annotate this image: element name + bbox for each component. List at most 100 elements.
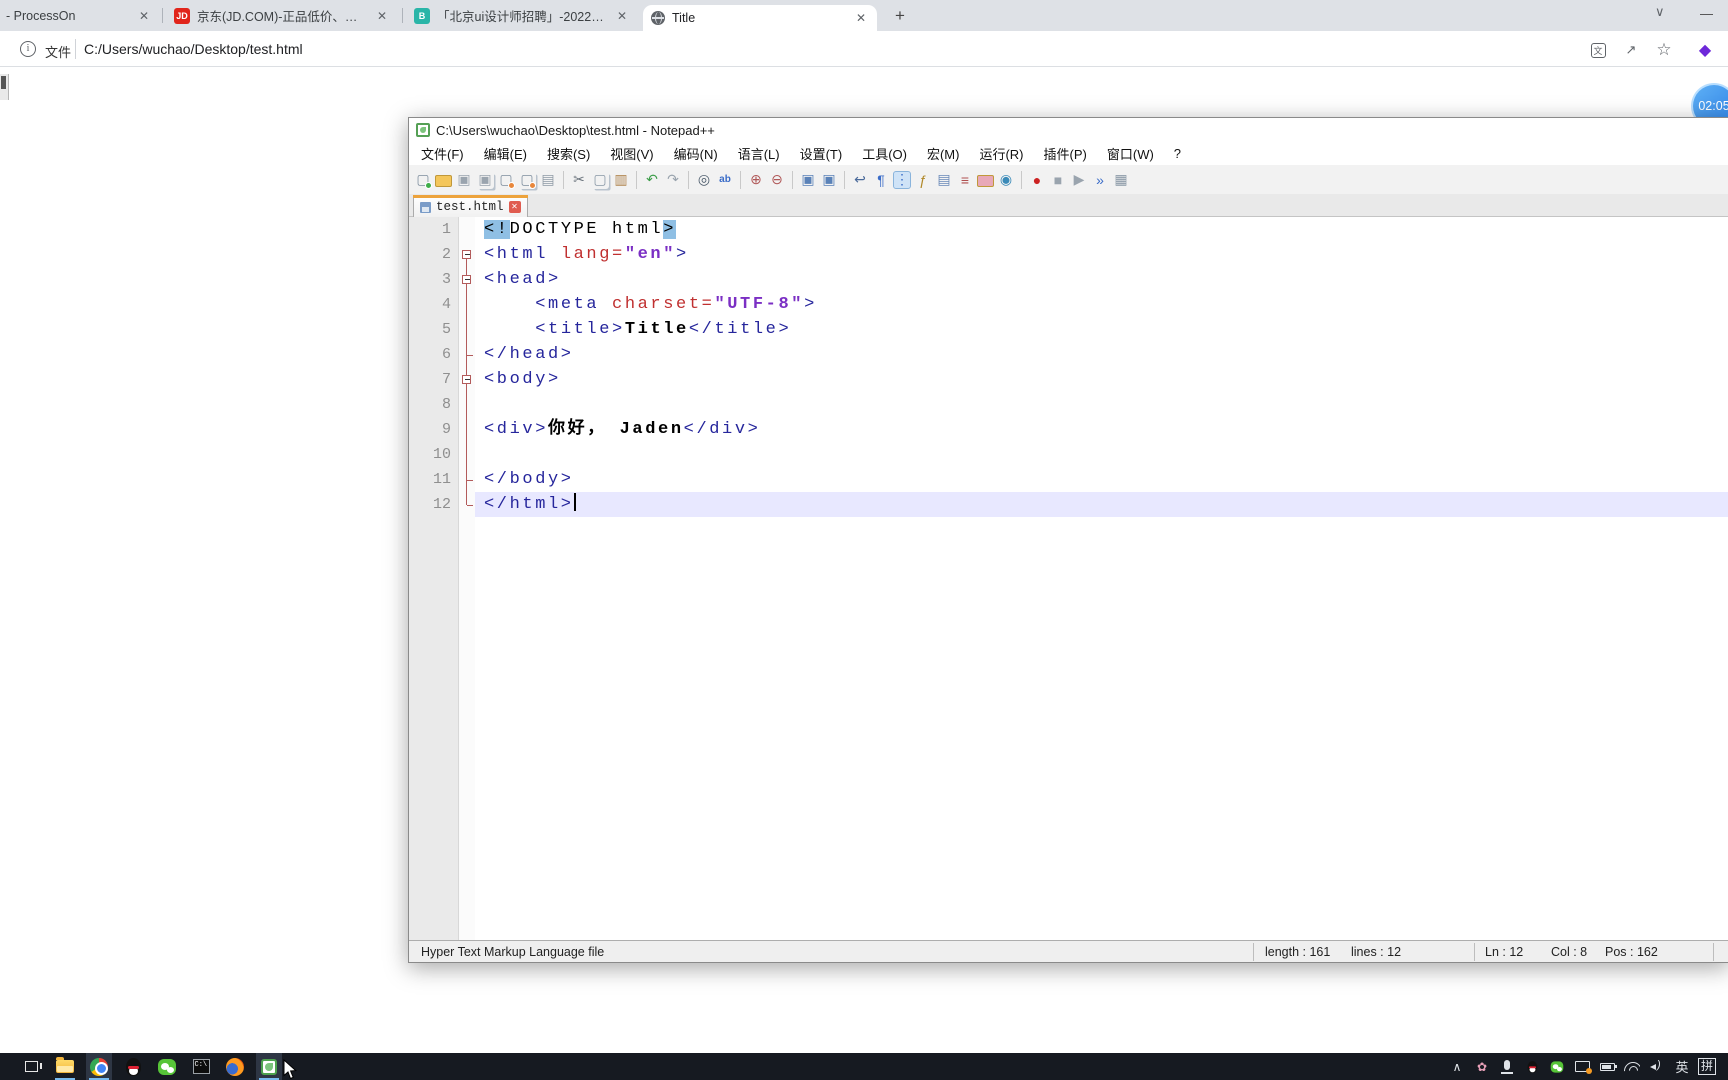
fold-collapse-box-icon[interactable] [462,374,471,384]
tab-close-icon[interactable]: ✕ [136,9,152,23]
redo-icon[interactable]: ↷ [664,171,682,189]
document-tab-close-icon[interactable]: ✕ [508,201,521,213]
save-icon[interactable]: ▣ [455,171,473,189]
folder-as-workspace-icon[interactable] [977,175,994,187]
menu-item-8[interactable]: 宏(M) [917,141,970,166]
menu-item-4[interactable]: 编码(N) [664,141,728,166]
code-text[interactable]: </html> [475,492,1728,517]
menu-item-12[interactable]: ? [1164,143,1191,164]
macro-stop-icon[interactable]: ■ [1049,171,1067,189]
macro-play-icon[interactable]: ▶ [1070,171,1088,189]
indent-guide-icon[interactable]: ⋮ [893,170,911,189]
code-text[interactable]: <meta charset="UTF-8"> [475,292,1728,317]
code-text[interactable]: </head> [475,342,1728,367]
code-text[interactable]: <html lang="en"> [475,242,1728,267]
tray-screencast-icon[interactable] [1573,1053,1592,1080]
fold-margin[interactable] [458,242,475,267]
browser-tab-3[interactable]: Title ✕ [643,5,877,31]
macro-save-icon[interactable]: ▦ [1112,171,1130,189]
browser-tab-1[interactable]: JD 京东(JD.COM)-正品低价、品质… ✕ [166,0,398,31]
menu-item-7[interactable]: 工具(O) [852,141,917,166]
code-text[interactable]: <div>你好， Jaden</div> [475,417,1728,442]
macro-run-multiple-icon[interactable]: » [1091,171,1109,189]
bookmark-star-icon[interactable]: ☆ [1655,40,1673,59]
code-text[interactable] [475,392,1728,417]
taskbar-chrome-icon[interactable] [86,1053,112,1080]
tray-wechat-tray-icon[interactable] [1548,1053,1566,1080]
monitoring-icon[interactable]: ◉ [997,171,1015,189]
url-text[interactable]: C:/Users/wuchao/Desktop/test.html [84,41,303,57]
code-editor[interactable]: 1 <!DOCTYPE html> 2 <html lang="en"> 3 <head>… [409,217,1728,940]
code-text[interactable] [475,442,1728,467]
tray-ime-language[interactable]: 英 [1673,1053,1691,1080]
window-minimize-button[interactable]: — [1700,6,1713,21]
zoom-out-icon[interactable]: ⊖ [768,171,786,189]
code-text[interactable]: <head> [475,267,1728,292]
copy-icon[interactable]: ▢ [591,171,609,189]
doc-map-icon[interactable]: ▤ [935,171,953,189]
function-list-icon[interactable]: ƒ [914,171,932,189]
show-all-chars-icon[interactable]: ¶ [872,171,890,189]
fold-margin[interactable] [458,367,475,392]
zoom-in-icon[interactable]: ⊕ [747,171,765,189]
menu-item-10[interactable]: 插件(P) [1034,141,1097,166]
tray-wifi-icon[interactable] [1623,1053,1641,1080]
paste-icon[interactable]: ▥ [612,171,630,189]
open-icon[interactable] [435,175,452,187]
code-text[interactable]: <title>Title</title> [475,317,1728,342]
menu-item-3[interactable]: 视图(V) [600,141,663,166]
tab-close-icon[interactable]: ✕ [614,9,630,23]
tray-microphone-icon[interactable] [1498,1053,1516,1080]
tray-hidden-icons-chevron-icon[interactable]: ∧ [1448,1053,1466,1080]
menu-item-0[interactable]: 文件(F) [411,141,474,166]
taskbar-task-view-icon[interactable] [18,1053,44,1080]
page-info-icon[interactable]: i [20,41,36,57]
menu-item-5[interactable]: 语言(L) [728,141,790,166]
fold-margin[interactable] [458,267,475,292]
menu-item-9[interactable]: 运行(R) [969,141,1033,166]
extension-icon[interactable]: ◆ [1696,41,1714,59]
taskbar-firefox-icon[interactable] [222,1053,248,1080]
new-tab-button[interactable]: + [888,4,912,28]
code-text[interactable]: </body> [475,467,1728,492]
tab-close-icon[interactable]: ✕ [853,11,869,25]
macro-record-icon[interactable]: ● [1028,171,1046,189]
document-tab-testhtml[interactable]: test.html ✕ [413,195,528,217]
tray-flower-app-icon[interactable]: ✿ [1473,1053,1491,1080]
close-all-icon[interactable]: ▢ [518,171,536,189]
print-icon[interactable]: ▤ [539,171,557,189]
menu-item-11[interactable]: 窗口(W) [1097,141,1164,166]
menu-item-1[interactable]: 编辑(E) [474,141,537,166]
share-icon[interactable]: ↗ [1622,41,1640,59]
replace-icon[interactable]: ab [716,171,734,189]
browser-tab-0[interactable]: - ProcessOn ✕ [0,0,160,31]
fold-collapse-box-icon[interactable] [462,274,471,284]
notepadpp-title-bar[interactable]: C:\Users\wuchao\Desktop\test.html - Note… [409,118,1728,142]
tray-volume-icon[interactable] [1648,1053,1666,1080]
menu-item-2[interactable]: 搜索(S) [537,141,600,166]
translate-icon[interactable]: 文 [1589,41,1607,59]
cut-icon[interactable]: ✂ [570,171,588,189]
taskbar-notepad-plus-plus-icon[interactable] [256,1053,282,1080]
taskbar-wechat-icon[interactable] [154,1053,180,1080]
save-all-icon[interactable]: ▣ [476,171,494,189]
taskbar-file-explorer-icon[interactable] [52,1053,78,1080]
tab-search-chevron-icon[interactable]: ∨ [1655,4,1665,20]
word-wrap-icon[interactable]: ↩ [851,171,869,189]
code-text[interactable]: <body> [475,367,1728,392]
code-text[interactable]: <!DOCTYPE html> [475,217,1728,242]
find-icon[interactable]: ◎ [695,171,713,189]
taskbar-qq-icon[interactable] [120,1053,146,1080]
fold-collapse-box-icon[interactable] [462,249,471,259]
new-file-icon[interactable]: ▢ [414,171,432,189]
tab-close-icon[interactable]: ✕ [374,9,390,23]
taskbar-cmd-icon[interactable]: C:\ [188,1053,214,1080]
doc-list-icon[interactable]: ≡ [956,171,974,189]
browser-tab-2[interactable]: B 「北京ui设计师招聘」-2022年北… ✕ [406,0,638,31]
close-icon[interactable]: ▢ [497,171,515,189]
tray-qq-tray-icon[interactable] [1523,1053,1541,1080]
menu-item-6[interactable]: 设置(T) [790,141,853,166]
sync-scroll-h-icon[interactable]: ▣ [820,171,838,189]
undo-icon[interactable]: ↶ [643,171,661,189]
tray-ime-mode[interactable]: 拼 [1698,1053,1717,1080]
